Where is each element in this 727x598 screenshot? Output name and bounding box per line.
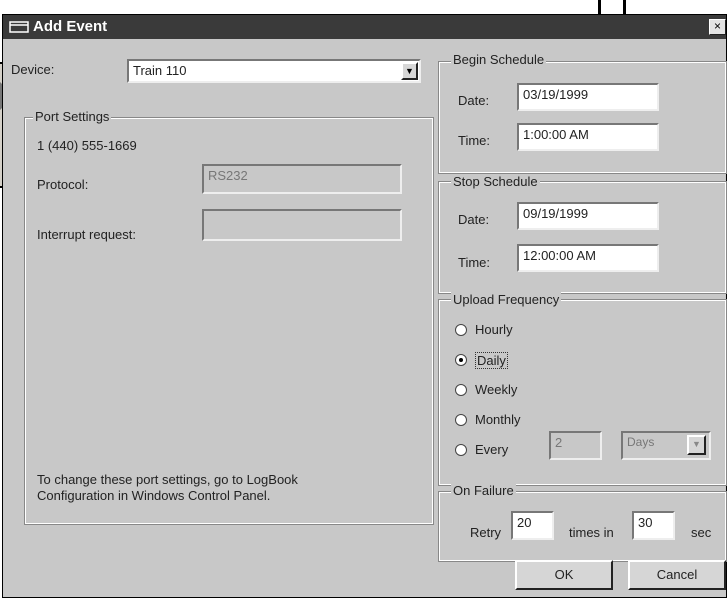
cancel-button[interactable]: Cancel [628,560,726,590]
retry-count-value: 20 [517,515,532,530]
every-count-value: 2 [555,435,563,450]
radio-weekly-label: Weekly [475,382,518,397]
close-button[interactable]: × [709,19,726,35]
radio-monthly-button[interactable] [455,414,467,426]
ok-button[interactable]: OK [515,560,613,590]
radio-daily-button[interactable] [455,354,467,366]
radio-hourly-button[interactable] [455,324,467,336]
every-count-input[interactable]: 2 [549,431,602,460]
device-select[interactable]: Train 110 [127,59,421,83]
begin-schedule-legend: Begin Schedule [451,52,547,67]
radio-daily[interactable]: Daily [455,352,565,370]
stop-date-label: Date: [458,212,490,227]
times-in-label: times in [569,525,614,540]
protocol-label: Protocol: [37,177,89,192]
begin-date-label: Date: [458,93,490,108]
chevron-down-icon[interactable]: ▼ [401,62,418,80]
stop-time-value: 12:00:00 AM [523,248,596,263]
on-failure-legend: On Failure [451,483,516,498]
stop-time-input[interactable]: 12:00:00 AM [517,244,659,272]
add-event-dialog: Add Event × Device: Train 110 ▼ Port Set… [2,14,727,598]
interrupt-request-label: Interrupt request: [37,227,136,242]
stop-date-input[interactable]: 09/19/1999 [517,202,659,230]
retry-interval-value: 30 [638,515,653,530]
begin-time-input[interactable]: 1:00:00 AM [517,123,659,151]
port-settings-legend: Port Settings [33,109,112,124]
radio-every-label: Every [475,442,509,457]
retry-interval-input[interactable]: 30 [632,511,675,540]
stop-date-value: 09/19/1999 [523,206,589,221]
radio-every-button[interactable] [455,444,467,456]
radio-weekly[interactable]: Weekly [455,382,565,400]
upload-frequency-legend: Upload Frequency [451,292,562,307]
phone-number: 1 (440) 555-1669 [37,138,137,153]
port-settings-note-line1: To change these port settings, go to Log… [37,472,298,487]
every-unit-value: Days [627,435,655,449]
begin-date-value: 03/19/1999 [523,87,589,102]
device-value: Train 110 [133,63,187,78]
stop-schedule-group [438,181,727,294]
interrupt-request-field [202,209,402,241]
retry-label: Retry [470,525,502,540]
radio-monthly[interactable]: Monthly [455,412,565,430]
chevron-down-icon[interactable]: ▼ [687,435,706,455]
protocol-value: RS232 [208,168,248,183]
radio-hourly-label: Hourly [475,322,513,337]
sec-label: sec [691,525,712,540]
title-bar[interactable]: Add Event × [3,15,726,39]
begin-time-value: 1:00:00 AM [523,127,589,142]
radio-monthly-label: Monthly [475,412,521,427]
port-settings-note-line2: Configuration in Windows Control Panel. [37,488,271,503]
begin-date-input[interactable]: 03/19/1999 [517,83,659,111]
window-icon [9,21,29,33]
radio-daily-label: Daily [475,352,508,369]
retry-count-input[interactable]: 20 [511,511,554,540]
begin-schedule-group [438,61,727,174]
background-window-edge [598,0,626,14]
device-label: Device: [11,62,55,77]
dialog-title: Add Event [33,18,108,35]
protocol-field: RS232 [202,164,402,194]
radio-every[interactable]: Every [455,442,545,460]
radio-hourly[interactable]: Hourly [455,322,565,340]
stop-schedule-legend: Stop Schedule [451,174,540,189]
begin-time-label: Time: [458,133,491,148]
stop-time-label: Time: [458,255,491,270]
radio-weekly-button[interactable] [455,384,467,396]
